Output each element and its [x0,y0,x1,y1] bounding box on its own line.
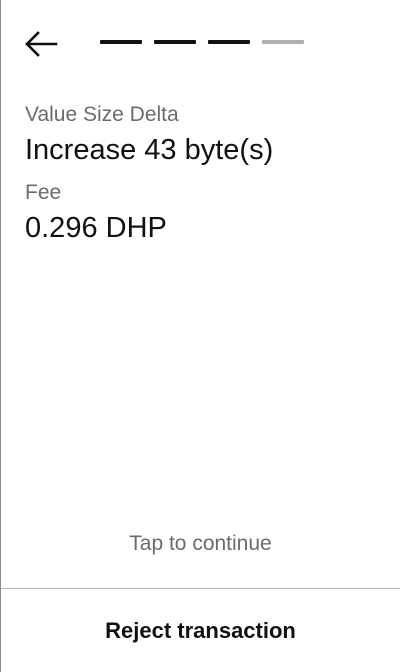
value-size-delta-value: Increase 43 byte(s) [25,134,274,166]
transaction-review-screen: Value Size Delta Increase 43 byte(s) Fee… [0,0,400,672]
back-button[interactable] [21,26,61,62]
value-size-delta-label: Value Size Delta [25,103,179,126]
progress-step [154,40,196,44]
progress-step [208,40,250,44]
tap-to-continue[interactable]: Tap to continue [1,532,400,556]
fee-label: Fee [25,181,62,204]
step-progress-indicator [100,40,304,44]
header [1,0,400,88]
progress-step [262,40,304,44]
progress-step [100,40,142,44]
fee-value: 0.296 DHP [25,212,167,244]
reject-transaction-button[interactable]: Reject transaction [1,589,400,672]
transaction-details: Value Size Delta Increase 43 byte(s) Fee… [25,100,376,256]
arrow-left-icon [25,31,58,57]
